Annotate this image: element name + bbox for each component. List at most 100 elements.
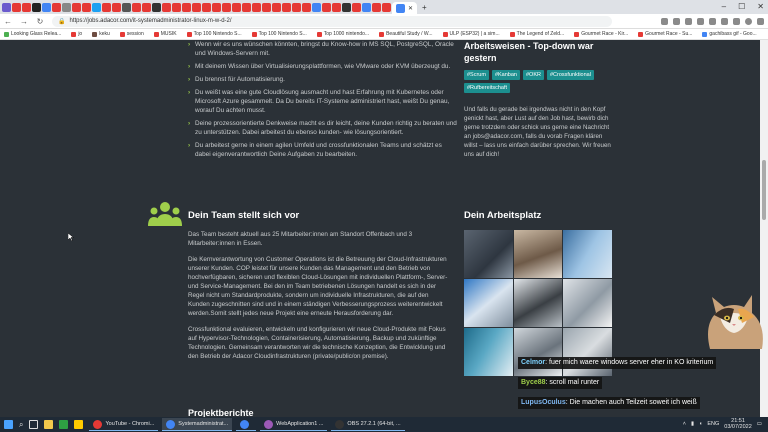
tab-icon[interactable] xyxy=(202,2,211,12)
tab-active[interactable]: ✕ xyxy=(392,2,418,14)
windows-start-icon[interactable] xyxy=(4,420,13,429)
close-icon[interactable]: ✕ xyxy=(408,5,413,12)
tab-icon[interactable] xyxy=(122,2,131,12)
tab-icon[interactable] xyxy=(52,2,61,12)
tab-icon[interactable] xyxy=(172,2,181,12)
bookmark-item[interactable]: Top 100 Nintendo S... xyxy=(186,31,242,37)
language-indicator[interactable]: ENG xyxy=(707,421,719,427)
forward-icon[interactable]: → xyxy=(20,17,28,26)
bookmark-item[interactable]: Top 100 Nintendo S... xyxy=(251,31,307,37)
taskbar-app[interactable] xyxy=(236,418,257,431)
tab-icon[interactable] xyxy=(232,2,241,12)
extension-icon[interactable] xyxy=(721,17,728,25)
close-window-icon[interactable]: ✕ xyxy=(757,2,764,11)
gallery-photo[interactable] xyxy=(563,230,612,278)
tab-icon[interactable] xyxy=(92,2,101,12)
tab-icon[interactable] xyxy=(32,2,41,12)
gallery-photo[interactable] xyxy=(464,279,513,327)
clock[interactable]: 21:51 03/07/2022 xyxy=(724,418,752,430)
bookmark-item[interactable]: Gourmet Race - Kir... xyxy=(574,31,628,37)
tab-icon[interactable] xyxy=(212,2,221,12)
tab-icon[interactable] xyxy=(42,2,51,12)
tab-icon[interactable] xyxy=(302,2,311,12)
tab-icon[interactable] xyxy=(242,2,251,12)
tab-icon[interactable] xyxy=(362,2,371,12)
profile-avatar[interactable] xyxy=(745,17,752,25)
tab-icon[interactable] xyxy=(312,2,321,12)
bookmark-item[interactable]: gachibass gif - Goo... xyxy=(702,31,757,37)
search-icon[interactable]: ⌕ xyxy=(19,420,23,430)
tab-icon[interactable] xyxy=(222,2,231,12)
tab-icon[interactable] xyxy=(332,2,341,12)
folder-icon[interactable] xyxy=(74,420,84,429)
extension-icon[interactable] xyxy=(697,17,704,25)
tray-chevron-icon[interactable]: ˄ xyxy=(683,421,686,427)
menu-icon[interactable] xyxy=(757,17,764,25)
tab-icon[interactable] xyxy=(182,2,191,12)
taskbar-app[interactable]: OBS 27.2.1 (64-bit, ... xyxy=(331,418,405,431)
back-icon[interactable]: ← xyxy=(4,17,12,26)
gallery-photo[interactable] xyxy=(464,328,513,376)
maximize-icon[interactable]: ☐ xyxy=(738,2,745,11)
volume-icon[interactable]: ◖ xyxy=(699,421,702,427)
taskbar-app[interactable]: WebApplication1 ... xyxy=(260,418,328,431)
tab-icon[interactable] xyxy=(102,2,111,12)
bookmark-item[interactable]: Top 1000 nintendo... xyxy=(316,31,369,37)
url-field[interactable]: 🔒 https://jobs.adacor.com/it-systemadmin… xyxy=(52,15,612,27)
excel-icon[interactable] xyxy=(59,420,69,429)
tab-icon[interactable] xyxy=(252,2,261,12)
scrollbar-thumb[interactable] xyxy=(762,160,766,220)
tab-icon[interactable] xyxy=(162,2,171,12)
gallery-photo[interactable] xyxy=(563,279,612,327)
new-tab-icon[interactable]: + xyxy=(422,3,427,12)
reload-icon[interactable]: ↻ xyxy=(36,17,44,26)
task-view-icon[interactable] xyxy=(29,420,39,429)
extension-icon[interactable] xyxy=(673,17,680,25)
tab-icon[interactable] xyxy=(132,2,141,12)
extension-icon[interactable] xyxy=(685,17,692,25)
tab-icon[interactable] xyxy=(72,2,81,12)
bookmark-item[interactable]: Looking Glass Relea... xyxy=(4,31,61,37)
tab-icon[interactable] xyxy=(62,2,71,12)
file-explorer-icon[interactable] xyxy=(44,420,54,429)
bookmark-item[interactable]: keku xyxy=(92,31,110,37)
network-icon[interactable]: ▮ xyxy=(691,421,694,427)
extension-icon[interactable] xyxy=(709,17,716,25)
extension-icon[interactable] xyxy=(661,17,668,25)
tab-icon[interactable] xyxy=(262,2,271,12)
gallery-photo[interactable] xyxy=(464,230,513,278)
tab-icon[interactable] xyxy=(2,2,11,12)
tab-icon[interactable] xyxy=(382,2,391,12)
tab-icon[interactable] xyxy=(292,2,301,12)
bookmark-item[interactable]: ULP (ESP32) | a sim... xyxy=(442,31,500,37)
tab-icon[interactable] xyxy=(342,2,351,12)
bookmark-item[interactable]: The Legend of Zeld... xyxy=(509,31,564,37)
page-scrollbar[interactable] xyxy=(760,40,768,417)
tab-icon[interactable] xyxy=(22,2,31,12)
extension-icon[interactable] xyxy=(733,17,740,25)
tab-icon[interactable] xyxy=(142,2,151,12)
tab-icon[interactable] xyxy=(282,2,291,12)
tab-icon[interactable] xyxy=(12,2,21,12)
tab-icon[interactable] xyxy=(152,2,161,12)
bookmark-item[interactable]: MUSIK xyxy=(153,31,177,37)
bookmark-item[interactable]: session xyxy=(119,31,144,37)
minimize-icon[interactable]: – xyxy=(722,2,726,11)
tab-icon[interactable] xyxy=(192,2,201,12)
tab-icon[interactable] xyxy=(352,2,361,12)
notification-icon[interactable]: ▭ xyxy=(757,421,762,427)
tab-icon[interactable] xyxy=(112,2,121,12)
bookmark-item[interactable]: Beautiful Study / W... xyxy=(379,31,433,37)
gallery-photo[interactable] xyxy=(513,279,563,327)
taskbar-app[interactable]: Systemadministrat... xyxy=(162,418,233,431)
taskbar-app[interactable]: YouTube - Chromi... xyxy=(89,418,159,431)
tab-icon[interactable] xyxy=(82,2,91,12)
gallery-photo[interactable] xyxy=(513,230,563,278)
tab-icon[interactable] xyxy=(372,2,381,12)
tab-icon[interactable] xyxy=(322,2,331,12)
bookmark-item[interactable]: jo xyxy=(71,31,82,37)
team-description: Das Team besteht aktuell aus 25 Mitarbei… xyxy=(188,230,450,368)
bookmark-item[interactable]: Gourmet Race - Su... xyxy=(638,31,692,37)
extensions-toolbar xyxy=(661,17,764,25)
tab-icon[interactable] xyxy=(272,2,281,12)
